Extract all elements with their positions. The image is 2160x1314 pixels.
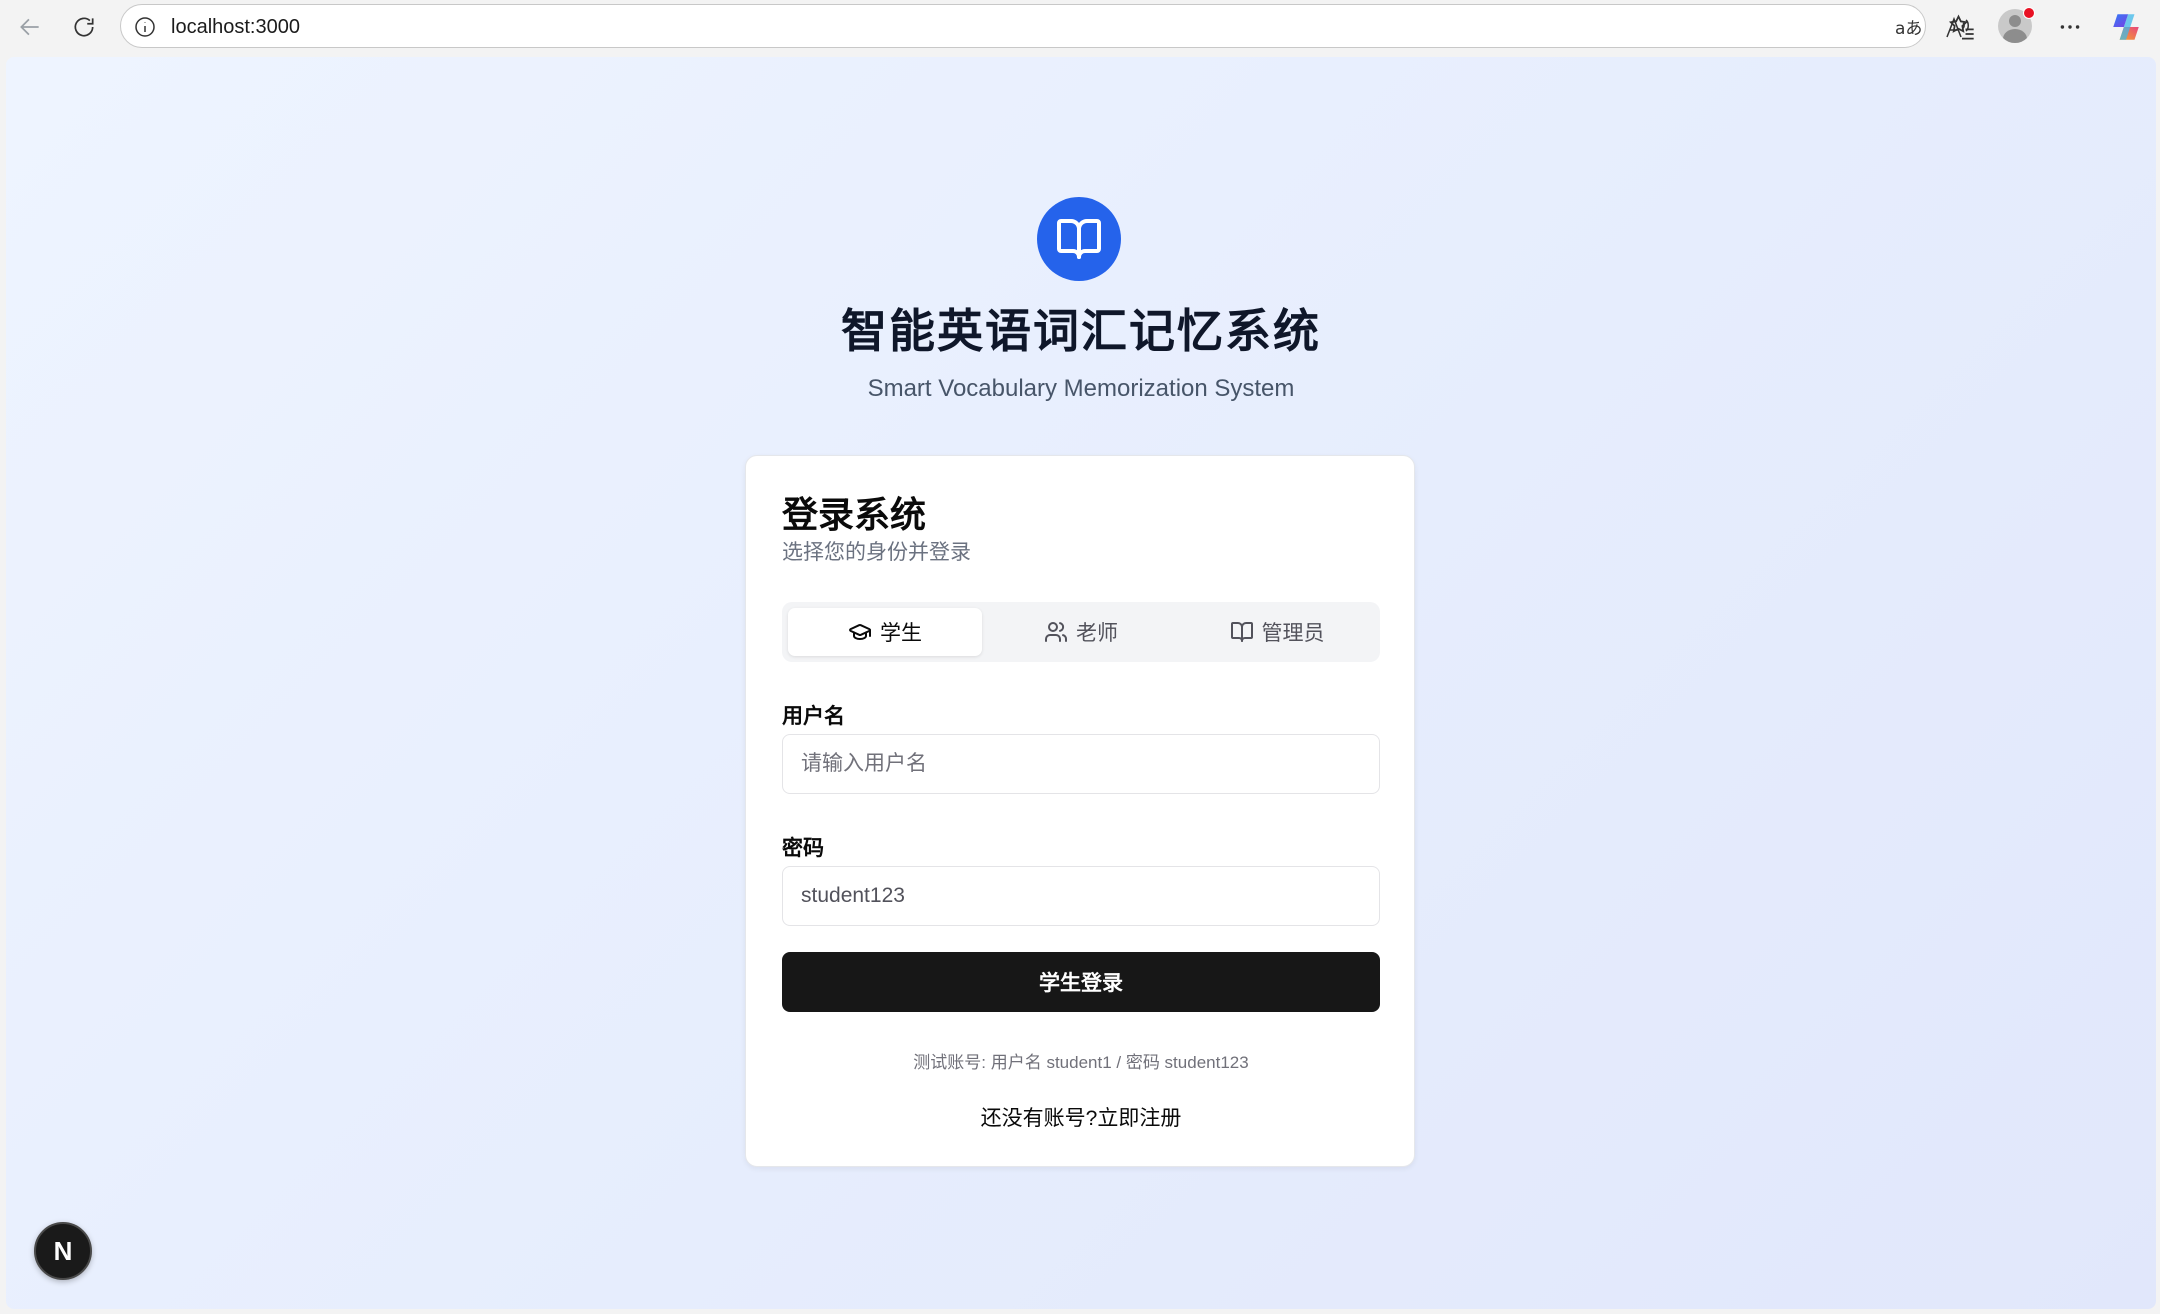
username-input[interactable] <box>782 734 1380 794</box>
tab-admin[interactable]: 管理员 <box>1180 608 1374 656</box>
more-dots-icon <box>2060 25 2080 29</box>
tab-student-label: 学生 <box>880 622 922 645</box>
register-link[interactable]: 立即注册 <box>1097 1107 1181 1130</box>
login-card: 登录系统 选择您的身份并登录 学生 老师 管理员 用户名 密码 学生登录 测试账… <box>745 455 1415 1167</box>
password-input[interactable] <box>782 866 1380 926</box>
profile-button[interactable] <box>1998 7 2035 45</box>
card-description: 选择您的身份并登录 <box>782 541 971 564</box>
reload-icon <box>74 17 94 37</box>
url-text[interactable]: localhost:3000 <box>171 5 300 49</box>
info-icon[interactable] <box>133 15 157 39</box>
more-menu-button[interactable] <box>2050 9 2090 45</box>
tab-student[interactable]: 学生 <box>788 608 982 656</box>
tab-teacher-label: 老师 <box>1076 622 1118 645</box>
register-prefix: 还没有账号? <box>980 1107 1098 1130</box>
browser-toolbar: localhost:3000 aあ <box>0 0 2160 54</box>
translate-icon: aあ <box>1895 19 1922 39</box>
tab-admin-label: 管理员 <box>1261 622 1325 645</box>
app-logo <box>1037 197 1121 281</box>
test-account-hint: 测试账号: 用户名 student1 / 密码 student123 <box>913 1053 1249 1072</box>
card-title: 登录系统 <box>782 494 927 535</box>
password-label: 密码 <box>782 837 824 860</box>
tab-teacher[interactable]: 老师 <box>984 608 1178 656</box>
copilot-button[interactable] <box>2106 9 2146 45</box>
arrow-left-icon <box>20 18 39 36</box>
svg-text:aあ: aあ <box>1895 19 1922 39</box>
register-prompt: 还没有账号?立即注册 <box>746 1102 1416 1132</box>
address-bar[interactable]: localhost:3000 aあ <box>120 4 2029 49</box>
app-title: 智能英语词汇记忆系统 <box>841 305 1321 357</box>
favorites-list-icon <box>1948 14 1974 40</box>
page-viewport: 智能英语词汇记忆系统 Smart Vocabulary Memorization… <box>6 57 2156 1309</box>
reload-button[interactable] <box>64 9 104 45</box>
back-button[interactable] <box>10 9 50 45</box>
app-subtitle: Smart Vocabulary Memorization System <box>867 375 1295 402</box>
book-open-icon <box>1057 219 1101 259</box>
role-tabs: 学生 老师 管理员 <box>782 602 1380 662</box>
translate-button[interactable]: aあ <box>1893 13 1923 43</box>
users-icon <box>1045 622 1068 642</box>
student-login-button[interactable]: 学生登录 <box>782 952 1380 1012</box>
copilot-icon <box>2113 14 2139 40</box>
favorites-button[interactable] <box>1942 9 1982 45</box>
book-open-icon <box>1230 622 1253 642</box>
notification-dot <box>2023 7 2035 19</box>
graduation-cap-icon <box>849 624 871 640</box>
nextjs-dev-badge[interactable]: N <box>34 1222 92 1280</box>
username-label: 用户名 <box>782 705 845 728</box>
